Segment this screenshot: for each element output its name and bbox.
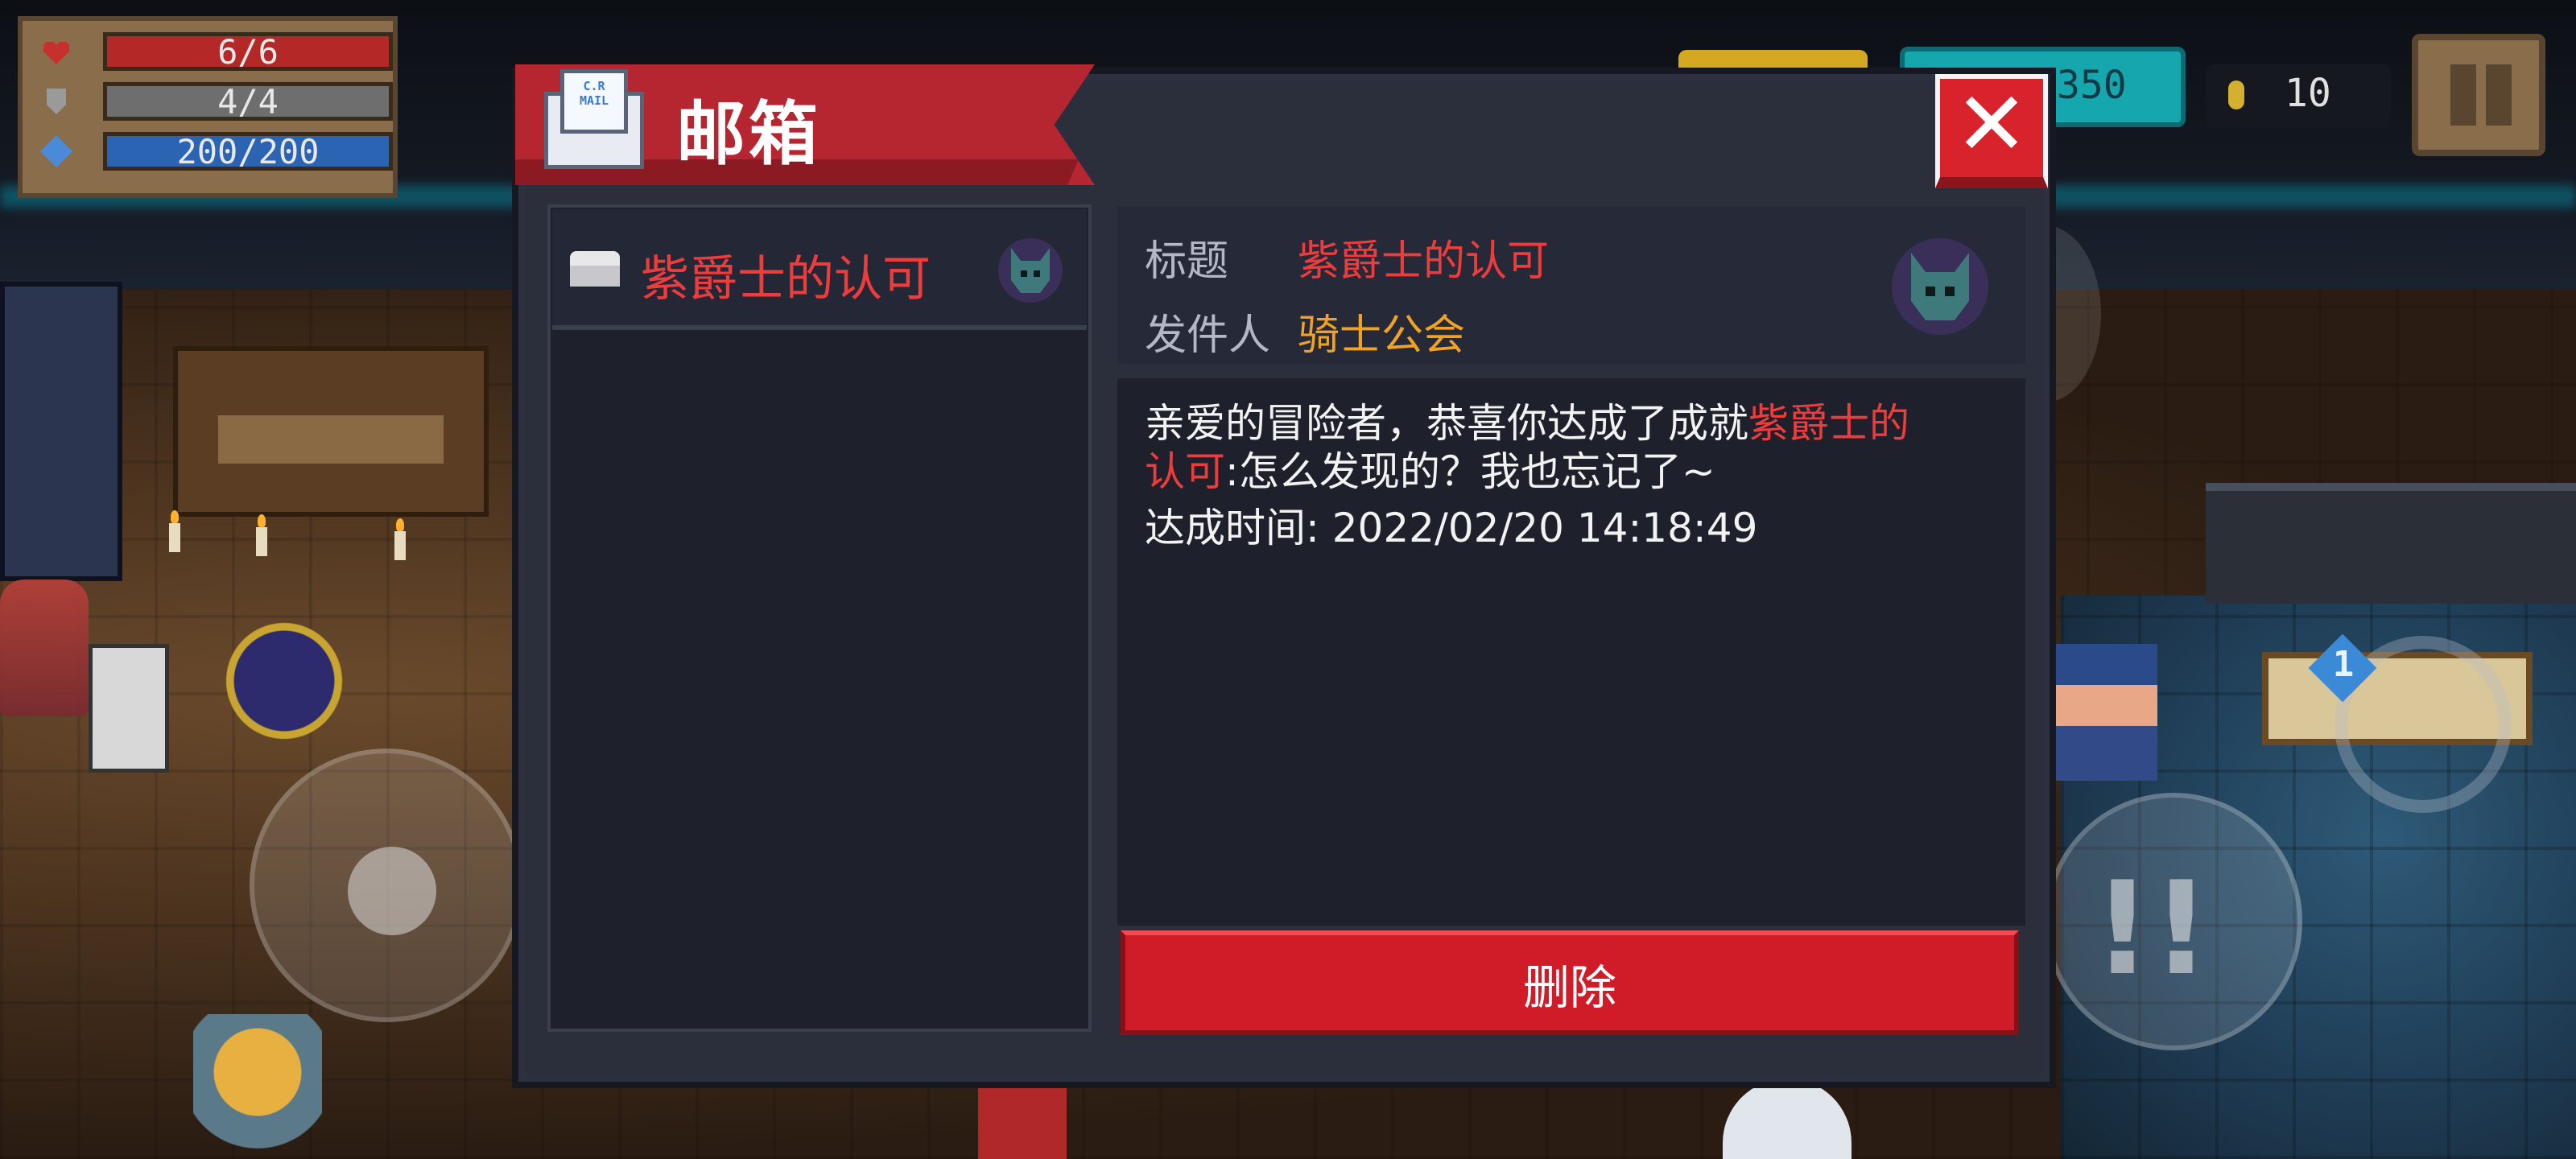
hp-bar: 6/6: [103, 32, 393, 72]
coins-value: 10: [2285, 71, 2331, 116]
wizard-npc: [208, 616, 361, 761]
candle: [256, 514, 267, 556]
candle: [394, 518, 406, 560]
achievement-name-part1: 紫爵士的: [1748, 400, 1909, 447]
mail-icon: C.R MAIL: [544, 69, 644, 171]
pause-button[interactable]: [2412, 34, 2545, 156]
mail-body-text: 亲爱的冒险者，恭喜你达成了成就紫爵士的认可:怎么发现的？我也忘记了~: [1145, 399, 1982, 496]
heart-icon: [43, 42, 69, 64]
monster-sprite: [978, 1087, 1067, 1159]
mail-icon-label: C.R MAIL: [579, 79, 609, 108]
achievement-name-part2: 认可: [1145, 448, 1225, 495]
armor-bar: 4/4: [103, 82, 393, 122]
mail-list-item-title: 紫爵士的认可: [641, 251, 931, 307]
coin-icon: [2228, 80, 2244, 109]
hp-row: 6/6: [35, 29, 393, 74]
purple-knight-icon: [998, 238, 1063, 303]
shop-counter: [173, 346, 489, 517]
dialog-title: 邮箱: [676, 94, 821, 175]
computer-prop: [89, 644, 169, 773]
armor-row: 4/4: [35, 79, 393, 124]
counter-right: [2206, 483, 2576, 604]
weapon-slot-number: 1: [2332, 644, 2355, 685]
skill-icon: !!: [2093, 853, 2211, 1004]
energy-diamond-icon: [40, 135, 72, 167]
energy-bar: 200/200: [103, 132, 393, 171]
joystick-knob[interactable]: [348, 847, 436, 935]
subject-label: 标题: [1145, 237, 1229, 286]
energy-row: 200/200: [35, 129, 393, 174]
delete-button-label[interactable]: 删除: [1121, 950, 2019, 1017]
gems-value: 350: [2057, 63, 2127, 108]
npc-character: [2045, 644, 2157, 781]
shield-icon: [47, 89, 66, 114]
npc-character: [0, 580, 89, 716]
locker: [0, 282, 122, 581]
player-character: [193, 1014, 322, 1159]
subject-value: 紫爵士的认可: [1298, 237, 1550, 286]
body-suffix: :怎么发现的？我也忘记了~: [1225, 448, 1715, 495]
purple-knight-icon: [1892, 238, 1988, 335]
candle: [169, 510, 180, 552]
sender-label: 发件人: [1145, 311, 1271, 360]
close-icon[interactable]: ✕: [1935, 68, 2048, 180]
body-prefix: 亲爱的冒险者，恭喜你达成了成就: [1145, 400, 1748, 447]
opened-envelope-icon: [570, 251, 620, 287]
player-stats-panel: 6/6 4/4 200/200: [18, 16, 398, 198]
achieved-time: 达成时间: 2022/02/20 14:18:49: [1145, 505, 1758, 551]
sender-value: 骑士公会: [1298, 311, 1466, 360]
